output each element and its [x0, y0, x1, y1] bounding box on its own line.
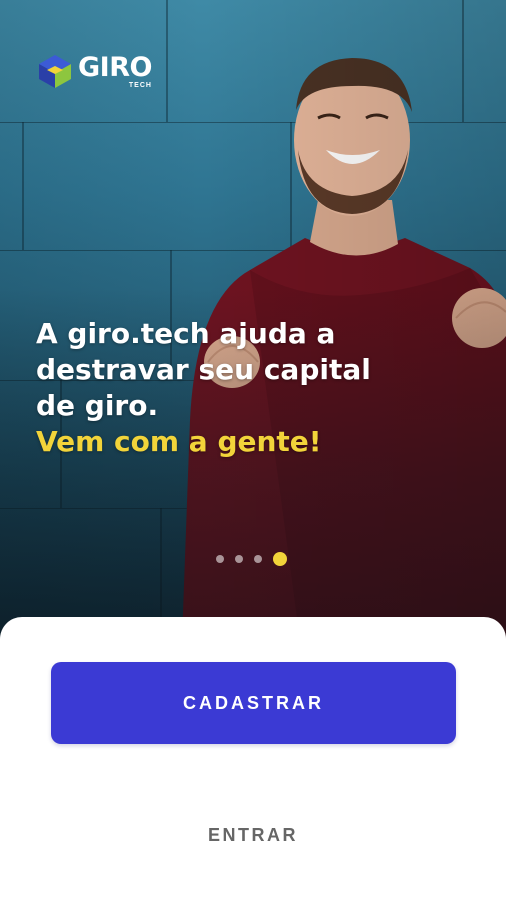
- hero-banner: GIRO TECH A giro.tech ajuda a destravar …: [0, 0, 506, 640]
- giro-cube-icon: [39, 55, 71, 88]
- headline-line-1: A giro.tech ajuda a: [36, 317, 336, 350]
- giro-tech-logo: GIRO TECH: [36, 52, 152, 90]
- carousel-dot-1[interactable]: [216, 555, 224, 563]
- headline-line-2: destravar seu capital: [36, 353, 371, 386]
- logo-subtitle: TECH: [128, 81, 152, 89]
- carousel-dot-3[interactable]: [254, 555, 262, 563]
- carousel-dot-4-active[interactable]: [273, 552, 287, 566]
- headline-accent: Vem com a gente!: [36, 425, 322, 458]
- login-button[interactable]: ENTRAR: [153, 817, 353, 853]
- carousel-dot-2[interactable]: [235, 555, 243, 563]
- hero-headline: A giro.tech ajuda a destravar seu capita…: [36, 316, 416, 460]
- logo-name: GIRO: [78, 51, 152, 83]
- signup-button[interactable]: CADASTRAR: [51, 662, 456, 744]
- bottom-action-sheet: CADASTRAR ENTRAR: [0, 617, 506, 900]
- carousel-indicator: [216, 552, 287, 566]
- headline-line-3: de giro.: [36, 389, 159, 422]
